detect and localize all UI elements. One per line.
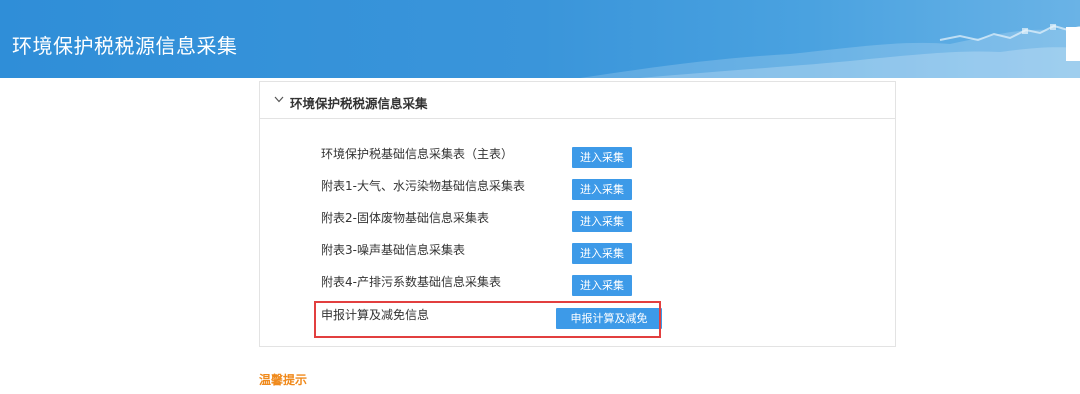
warm-tips-heading: 温馨提示	[259, 373, 308, 387]
chevron-down-icon[interactable]	[274, 96, 284, 103]
row-label-appendix-1: 附表1-大气、水污染物基础信息采集表	[321, 179, 525, 193]
row-label-main-table: 环境保护税基础信息采集表（主表）	[321, 147, 514, 161]
row-label-appendix-4: 附表4-产排污系数基础信息采集表	[321, 275, 501, 289]
enter-collection-button-appendix-4[interactable]: 进入采集	[572, 275, 632, 296]
collection-panel: 环境保护税税源信息采集 环境保护税基础信息采集表（主表） 进入采集 附表1-大气…	[259, 81, 896, 347]
enter-collection-button-appendix-3[interactable]: 进入采集	[572, 243, 632, 264]
enter-collection-button-main[interactable]: 进入采集	[572, 147, 632, 168]
header-corner-block	[1066, 27, 1080, 61]
page-title: 环境保护税税源信息采集	[12, 34, 238, 58]
row-label-appendix-2: 附表2-固体废物基础信息采集表	[321, 211, 489, 225]
enter-collection-button-appendix-2[interactable]: 进入采集	[572, 211, 632, 232]
highlight-annotation-box	[314, 301, 661, 338]
header-banner: 环境保护税税源信息采集	[0, 0, 1080, 78]
enter-collection-button-appendix-1[interactable]: 进入采集	[572, 179, 632, 200]
great-wall-decoration	[580, 24, 1080, 78]
row-label-appendix-3: 附表3-噪声基础信息采集表	[321, 243, 465, 257]
panel-title: 环境保护税税源信息采集	[290, 96, 428, 111]
panel-header[interactable]: 环境保护税税源信息采集	[260, 82, 895, 119]
